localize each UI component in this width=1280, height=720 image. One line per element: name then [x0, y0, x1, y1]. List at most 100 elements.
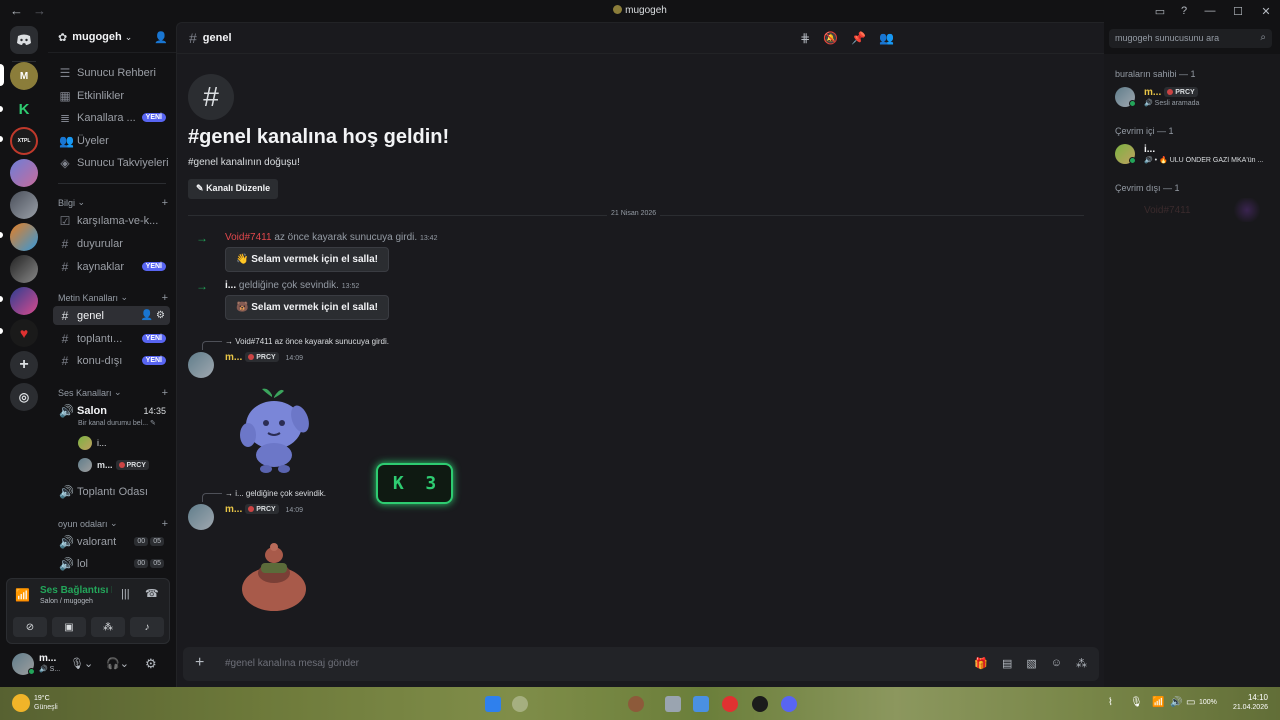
app-icon[interactable] — [693, 696, 709, 712]
close-button[interactable]: ✕ — [1252, 0, 1280, 22]
add-server-icon[interactable]: + — [10, 351, 38, 379]
inbox-icon[interactable]: ▭ — [1148, 0, 1172, 22]
avatar[interactable] — [188, 352, 214, 378]
add-channel-icon[interactable]: + — [162, 387, 168, 399]
camera-button[interactable]: ⊘ — [13, 617, 47, 637]
soundboard-button[interactable]: ♪ — [130, 617, 164, 637]
settings-gear-icon[interactable]: ⚙ — [145, 656, 157, 672]
sidebar-item-events[interactable]: ▦ Etkinlikler — [53, 86, 170, 105]
channel-resources[interactable]: # kaynaklar YENİ — [53, 257, 170, 276]
member-list-icon[interactable]: 👥 — [879, 31, 894, 45]
search-input[interactable]: mugogeh sunucusunu ara ⌕ — [1109, 29, 1272, 48]
message-input[interactable]: #genel kanalına mesaj gönder — [225, 658, 359, 669]
disconnect-icon[interactable]: ☎ — [145, 587, 159, 600]
weather-temp[interactable]: 19°C — [34, 695, 50, 702]
channel-welcome[interactable]: ☑ karşılama-ve-k... — [53, 211, 170, 230]
server-xtpl-icon[interactable]: XTPL — [10, 127, 38, 155]
message-author[interactable]: m... PRCY 14:09 — [225, 504, 303, 515]
server-header[interactable]: ✿ mugogeh ⌄ 👤 — [48, 22, 176, 53]
server-game-icon[interactable] — [10, 223, 38, 251]
server-dark-icon[interactable] — [10, 191, 38, 219]
member-online[interactable]: i... — [1144, 144, 1155, 155]
clock-date[interactable]: 21.04.2026 — [1222, 704, 1268, 711]
wave-button[interactable]: 🐻 Selam vermek için el salla! — [225, 295, 389, 320]
username[interactable]: i... — [225, 280, 236, 291]
channel-meeting[interactable]: # toplantı... YENİ — [53, 329, 170, 348]
sidebar-item-channels[interactable]: ≣ Kanallara ... YENİ — [53, 108, 170, 127]
discord-icon[interactable] — [781, 696, 797, 712]
help-icon[interactable]: ? — [1172, 0, 1196, 22]
voice-status[interactable]: Ses Bağlantısı K — [40, 585, 112, 596]
edit-channel-button[interactable]: ✎ Kanalı Düzenle — [188, 179, 279, 199]
start-icon[interactable] — [485, 696, 501, 712]
member-offline[interactable]: Void#7411 — [1144, 205, 1191, 216]
steam-icon[interactable] — [752, 696, 768, 712]
wave-button[interactable]: 👋 Selam vermek için el salla! — [225, 247, 389, 272]
sidebar-item-guide[interactable]: ☰ Sunucu Rehberi — [53, 63, 170, 82]
channel-settings-icon[interactable]: 👤 ⚙ — [141, 310, 165, 321]
activities-button[interactable]: ⁂ — [91, 617, 125, 637]
message-author[interactable]: m... PRCY 14:09 — [225, 352, 303, 363]
wifi-icon[interactable]: 📶 — [1152, 697, 1164, 708]
add-member-icon[interactable]: 👤 — [154, 31, 168, 44]
gif-icon[interactable]: ▤ — [1002, 657, 1012, 670]
channel-off-topic[interactable]: # konu-dışı YENİ — [53, 351, 170, 370]
minimize-button[interactable]: — — [1196, 0, 1224, 22]
gift-icon[interactable]: 🎁 — [974, 657, 988, 670]
reply-preview[interactable]: → Void#7411 az önce kayarak sunucuya gir… — [225, 337, 389, 346]
voice-user[interactable]: i... — [78, 436, 107, 450]
voice-channel-meeting[interactable]: 🔊 Toplantı Odası — [53, 482, 170, 501]
sidebar-item-members[interactable]: 👥 Üyeler — [53, 131, 170, 150]
search-icon[interactable] — [512, 696, 528, 712]
username[interactable]: Void#7411 — [225, 232, 272, 243]
channel-general[interactable]: # genel 👤 ⚙ — [53, 306, 170, 325]
reply-preview[interactable]: → i... geldiğine çok sevindik. — [225, 489, 326, 498]
network-icon[interactable]: ⌇ — [1108, 697, 1113, 708]
channel-announcements[interactable]: # duyurular — [53, 234, 170, 253]
pin-icon[interactable]: 📌 — [851, 31, 866, 45]
noise-suppression-icon[interactable]: ||| — [121, 588, 130, 600]
server-person-icon[interactable] — [10, 255, 38, 283]
mic-icon[interactable]: 🎙 — [1130, 697, 1143, 708]
threads-icon[interactable]: ⋕ — [800, 31, 810, 45]
emoji-icon[interactable]: ☺ — [1051, 657, 1062, 670]
category-text[interactable]: Metin Kanalları ⌄ + — [58, 292, 168, 304]
file-explorer-icon[interactable] — [665, 696, 681, 712]
headphones-icon[interactable]: 🎧⌄ — [106, 657, 129, 670]
weather-icon[interactable] — [12, 694, 30, 712]
server-k-icon[interactable]: K — [10, 95, 38, 123]
member-owner[interactable]: m... PRCY — [1144, 87, 1198, 98]
category-bilgi[interactable]: Bilgi ⌄ + — [58, 197, 168, 209]
sidebar-item-boosts[interactable]: ◈ Sunucu Takviyeleri — [53, 153, 170, 172]
voice-channel-link[interactable]: Salon / mugogeh — [40, 598, 93, 605]
add-channel-icon[interactable]: + — [162, 518, 168, 530]
server-anime-icon[interactable] — [10, 159, 38, 187]
app-icon[interactable] — [628, 696, 644, 712]
notification-bell-icon[interactable]: 🔕 — [823, 31, 838, 45]
clock-time[interactable]: 14:10 — [1240, 693, 1268, 702]
voice-user[interactable]: m... PRCY — [78, 458, 149, 472]
discord-home-icon[interactable] — [10, 26, 38, 54]
voice-channel-lol[interactable]: 🔊 lol 00 05 — [53, 554, 170, 573]
server-mugogeh-icon[interactable]: M — [10, 62, 38, 90]
server-blue-icon[interactable] — [10, 287, 38, 315]
server-red-icon[interactable]: ♥ — [10, 319, 38, 347]
avatar[interactable] — [188, 504, 214, 530]
voice-channel-valorant[interactable]: 🔊 valorant 00 05 — [53, 532, 170, 551]
opera-icon[interactable] — [722, 696, 738, 712]
screen-share-button[interactable]: ▣ — [52, 617, 86, 637]
volume-icon[interactable]: 🔊 — [1170, 697, 1182, 708]
channel-status[interactable]: Bir kanal durumu bel... ✎ — [78, 419, 156, 427]
sticker-icon[interactable]: ▧ — [1026, 657, 1036, 670]
maximize-button[interactable]: ☐ — [1224, 0, 1252, 22]
add-channel-icon[interactable]: + — [162, 197, 168, 209]
add-attachment-icon[interactable]: + — [195, 654, 204, 672]
mic-icon[interactable]: 🎙⌄ — [70, 657, 93, 670]
apps-icon[interactable]: ⁂ — [1076, 657, 1087, 670]
battery-icon[interactable]: ▭ — [1186, 697, 1195, 708]
pencil-icon[interactable]: ✎ — [150, 420, 156, 427]
category-games[interactable]: oyun odaları ⌄ + — [58, 518, 168, 530]
voice-channel-salon[interactable]: 🔊 Salon 14:35 — [53, 401, 170, 420]
discover-icon[interactable]: ◎ — [10, 383, 38, 411]
category-voice[interactable]: Ses Kanalları ⌄ + — [58, 387, 168, 399]
